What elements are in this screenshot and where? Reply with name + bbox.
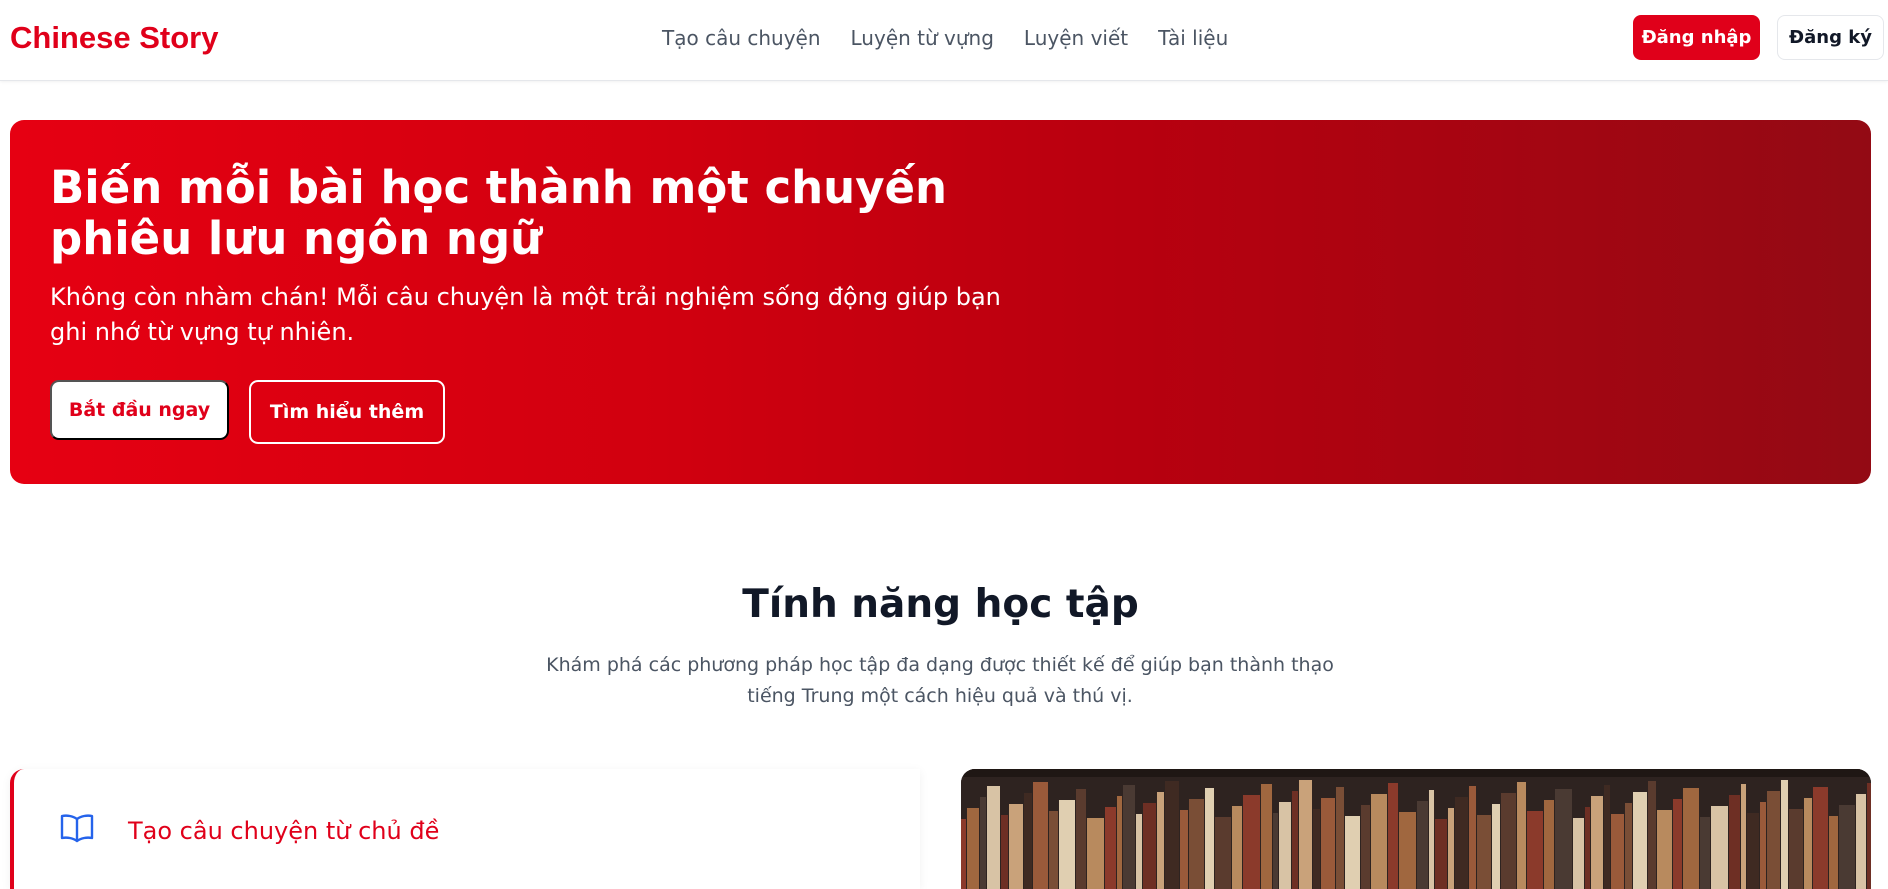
nav-link-writing[interactable]: Luyện viết (1024, 26, 1128, 50)
hero-banner: Biến mỗi bài học thành một chuyến phiêu … (10, 120, 1871, 484)
hero-title: Biến mỗi bài học thành một chuyến phiêu … (50, 161, 948, 265)
nav-link-create-story[interactable]: Tạo câu chuyện (662, 26, 821, 50)
site-header: Chinese Story Tạo câu chuyện Luyện từ vự… (0, 0, 1888, 81)
features-title: Tính năng học tập (742, 582, 1139, 627)
nav-link-vocabulary[interactable]: Luyện từ vựng (851, 26, 994, 50)
hero-subtitle: Không còn nhàm chán! Mỗi câu chuyện là m… (50, 283, 1001, 346)
main-nav: Tạo câu chuyện Luyện từ vựng Luyện viết … (662, 26, 1228, 50)
login-button[interactable]: Đăng nhập (1633, 15, 1760, 60)
feature-card-create-story[interactable]: Tạo câu chuyện từ chủ đề (10, 769, 920, 889)
book-open-icon (60, 813, 94, 843)
learn-more-button[interactable]: Tìm hiểu thêm (249, 380, 445, 444)
logo[interactable]: Chinese Story (10, 20, 218, 56)
nav-link-documents[interactable]: Tài liệu (1158, 26, 1228, 50)
start-now-button[interactable]: Bắt đầu ngay (50, 380, 229, 440)
feature-card-title: Tạo câu chuyện từ chủ đề (128, 817, 440, 845)
features-subtitle: Khám phá các phương pháp học tập đa dạng… (546, 654, 1334, 707)
bookshelf-photo (961, 769, 1871, 889)
register-button[interactable]: Đăng ký (1777, 15, 1884, 60)
